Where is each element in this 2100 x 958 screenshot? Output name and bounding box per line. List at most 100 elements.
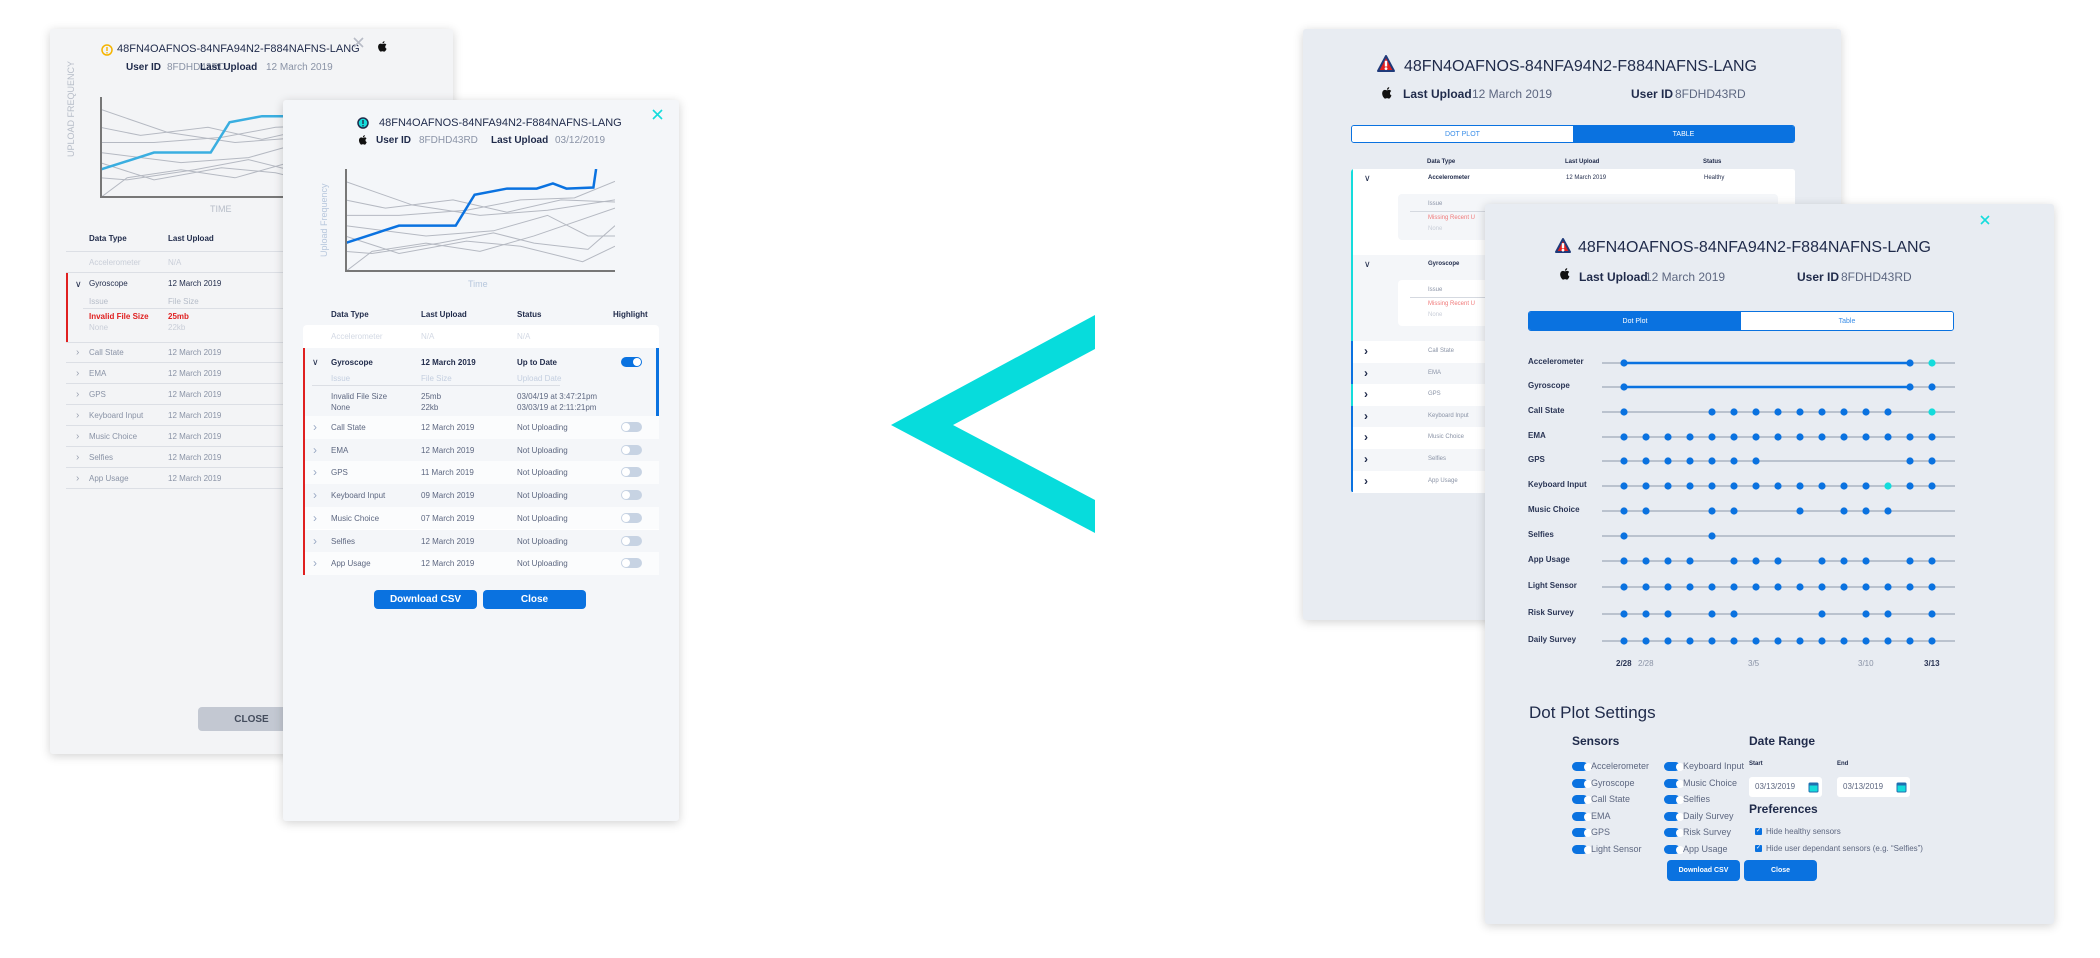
upload-dot — [1620, 383, 1628, 391]
preference-checkbox[interactable]: ✓ — [1755, 828, 1762, 835]
upload-dot — [1664, 457, 1672, 465]
chevron-right-icon[interactable]: › — [1364, 366, 1368, 380]
upload-dot — [1928, 583, 1936, 591]
upload-dot — [1906, 482, 1914, 490]
upload-dot — [1884, 482, 1892, 490]
upload-dot — [1708, 457, 1716, 465]
upload-dot — [1862, 557, 1870, 565]
upload-dot — [1642, 557, 1650, 565]
upload-dot — [1664, 583, 1672, 591]
sensor-label: Gyroscope — [1591, 777, 1635, 788]
dot-plot-row-label: App Usage — [1528, 555, 1570, 564]
tab-dot-plot[interactable]: DOT PLOT — [1352, 126, 1573, 142]
upload-dot — [1928, 610, 1936, 618]
upload-dot — [1928, 457, 1936, 465]
sensor-toggle[interactable] — [1664, 795, 1684, 805]
last-upload: 12 March 2019 — [1472, 87, 1553, 101]
sensor-toggle[interactable] — [1664, 845, 1684, 854]
upload-dot — [1752, 408, 1760, 416]
start-date-input[interactable]: 03/13/2019 — [1749, 777, 1822, 797]
upload-dot — [1840, 482, 1848, 490]
preference-label: Hide user dependant sensors (e.g. “Selfi… — [1766, 844, 1923, 853]
upload-dot — [1620, 408, 1628, 416]
upload-dot — [1862, 482, 1870, 490]
upload-dot — [1642, 482, 1650, 490]
sensor-toggle[interactable] — [1664, 811, 1684, 821]
chevron-right-icon[interactable]: › — [1364, 452, 1368, 466]
dot-plot-row-label: Music Choice — [1528, 505, 1580, 514]
start-label: Start — [1749, 761, 1763, 767]
warning-triangle-icon — [1377, 55, 1395, 72]
upload-dot — [1664, 433, 1672, 441]
upload-dot — [1906, 359, 1914, 367]
sensor-label: Keyboard Input — [1683, 761, 1745, 771]
upload-dot — [1752, 583, 1760, 591]
upload-dot — [1664, 610, 1672, 618]
row-type: GPS — [1428, 391, 1441, 398]
upload-dot — [1774, 583, 1782, 591]
sensor-label: Daily Survey — [1683, 810, 1734, 821]
sensor-toggle[interactable] — [1572, 795, 1592, 805]
tab-table[interactable]: TABLE — [1573, 126, 1794, 142]
dot-plot-row-label: Accelerometer — [1528, 357, 1584, 366]
upload-dot — [1730, 507, 1738, 515]
upload-dot — [1664, 482, 1672, 490]
upload-dot — [1928, 383, 1936, 391]
calendar-icon[interactable] — [1896, 782, 1907, 793]
sensor-toggle[interactable] — [1572, 811, 1592, 821]
upload-dot — [1862, 610, 1870, 618]
upload-dot — [1884, 583, 1892, 591]
sensor-toggle[interactable] — [1664, 762, 1684, 771]
sensor-toggle[interactable] — [1572, 845, 1592, 854]
issue-text: None — [1428, 312, 1443, 318]
upload-dot — [1708, 507, 1716, 515]
upload-dot — [1928, 637, 1936, 645]
row-status: Healthy — [1704, 175, 1725, 181]
user-id: 8FDHD43RD — [1675, 87, 1746, 101]
close-button[interactable]: Close — [1744, 860, 1817, 881]
preference-checkbox[interactable]: ✓ — [1755, 845, 1762, 852]
upload-dot — [1818, 610, 1826, 618]
dot-plot-row-label: Selfies — [1528, 530, 1554, 539]
download-csv-button[interactable]: Download CSV — [1667, 860, 1740, 881]
chevron-right-icon[interactable]: › — [1364, 409, 1368, 423]
end-date-input[interactable]: 03/13/2019 — [1837, 777, 1910, 797]
upload-dot — [1620, 457, 1628, 465]
upload-dot — [1862, 583, 1870, 591]
upload-dot — [1840, 433, 1848, 441]
upload-dot — [1928, 408, 1936, 416]
sensor-toggle[interactable] — [1572, 778, 1592, 788]
sensor-toggle[interactable] — [1664, 778, 1684, 788]
upload-dot — [1840, 583, 1848, 591]
chevron-down-icon[interactable]: ∨ — [1364, 259, 1371, 270]
upload-dot — [1620, 637, 1628, 645]
sensors-heading: Sensors — [1572, 734, 1620, 748]
chevron-down-icon[interactable]: ∨ — [1364, 173, 1371, 184]
dot-plot-row-label: Gyroscope — [1528, 381, 1570, 390]
upload-dot — [1620, 532, 1628, 540]
sub-header: Issue — [1428, 287, 1443, 293]
upload-dot — [1752, 557, 1760, 565]
sensor-toggle[interactable] — [1572, 828, 1592, 838]
upload-dot — [1928, 433, 1936, 441]
upload-dot — [1708, 482, 1716, 490]
upload-dot — [1708, 610, 1716, 618]
end-label: End — [1837, 761, 1849, 767]
calendar-icon[interactable] — [1808, 782, 1819, 793]
sensor-label: GPS — [1591, 827, 1611, 838]
dot-plot-row-label: Keyboard Input — [1528, 480, 1587, 489]
sensor-toggle[interactable] — [1572, 762, 1592, 771]
sensor-toggle[interactable] — [1664, 828, 1684, 838]
apple-path — [1382, 87, 1392, 99]
chevron-right-icon[interactable]: › — [1364, 430, 1368, 444]
upload-dot — [1906, 383, 1914, 391]
upload-dot — [1818, 637, 1826, 645]
chevron-right-icon[interactable]: › — [1364, 387, 1368, 401]
upload-dot — [1818, 583, 1826, 591]
chevron-right-icon[interactable]: › — [1364, 344, 1368, 358]
sensor-label: Music Choice — [1683, 777, 1738, 788]
upload-dot — [1774, 433, 1782, 441]
settings-title: Dot Plot Settings — [1529, 703, 1656, 722]
upload-dot — [1840, 408, 1848, 416]
chevron-right-icon[interactable]: › — [1364, 474, 1368, 488]
